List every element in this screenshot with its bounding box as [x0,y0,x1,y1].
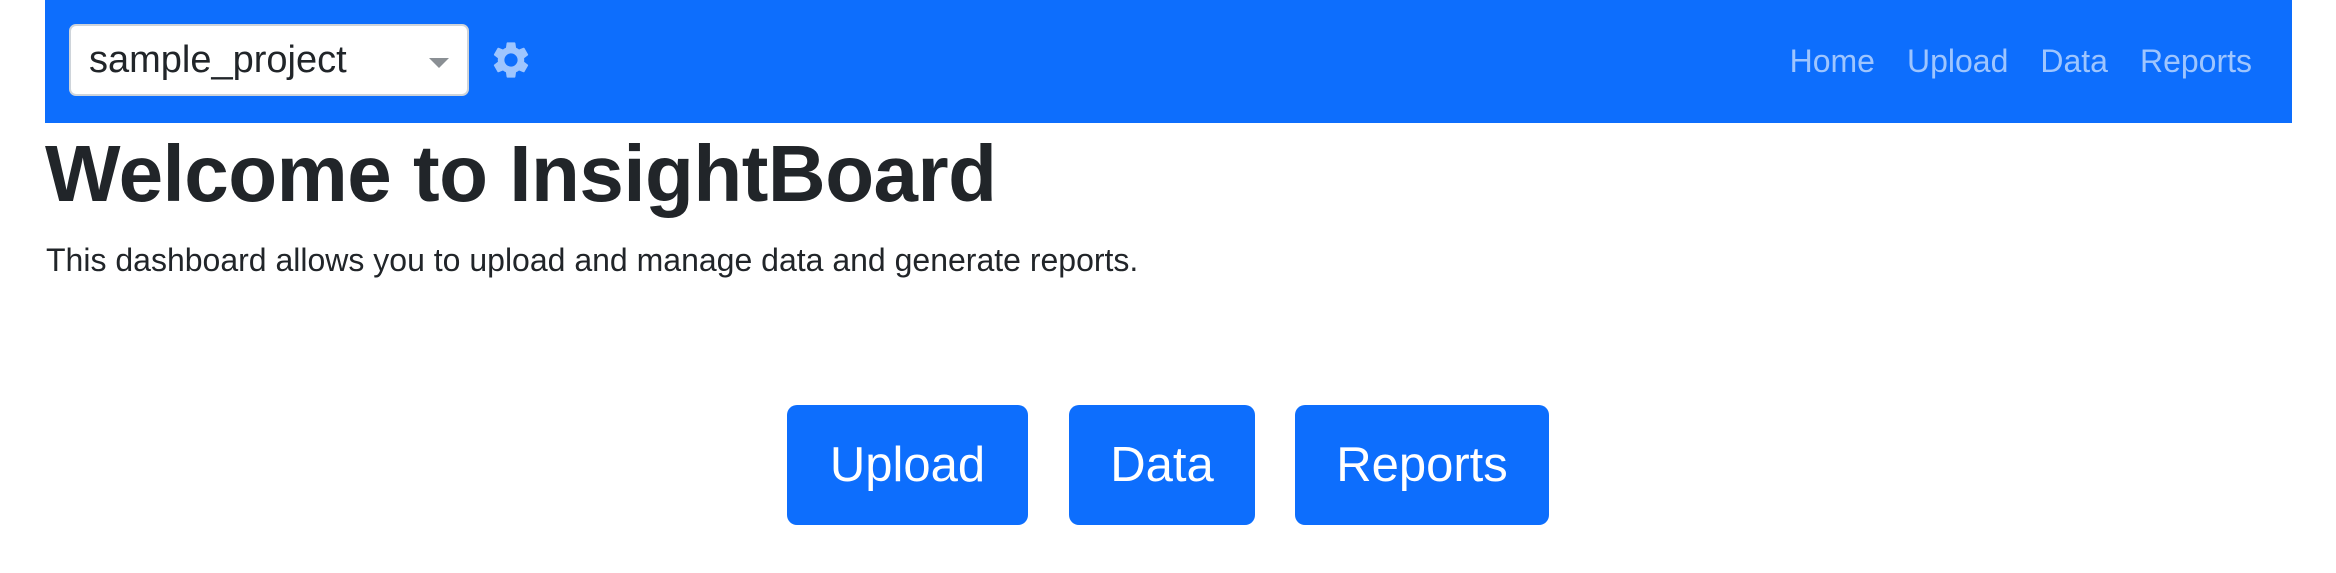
project-select[interactable]: sample_project [69,24,469,96]
gear-icon[interactable] [489,38,533,82]
nav-links: Home Upload Data Reports [1790,0,2252,123]
chevron-down-icon [429,58,449,68]
data-button[interactable]: Data [1069,405,1255,525]
project-select-value: sample_project [89,39,347,81]
nav-link-home[interactable]: Home [1790,43,1875,80]
top-navbar: sample_project Home Upload Data Reports [45,0,2292,123]
nav-link-data[interactable]: Data [2040,43,2108,80]
reports-button[interactable]: Reports [1295,405,1549,525]
page-description: This dashboard allows you to upload and … [46,242,1139,278]
page: sample_project Home Upload Data Reports … [0,0,2336,573]
upload-button[interactable]: Upload [787,405,1028,525]
page-title: Welcome to InsightBoard [45,129,997,218]
nav-link-reports[interactable]: Reports [2140,43,2252,80]
nav-link-upload[interactable]: Upload [1907,43,2008,80]
